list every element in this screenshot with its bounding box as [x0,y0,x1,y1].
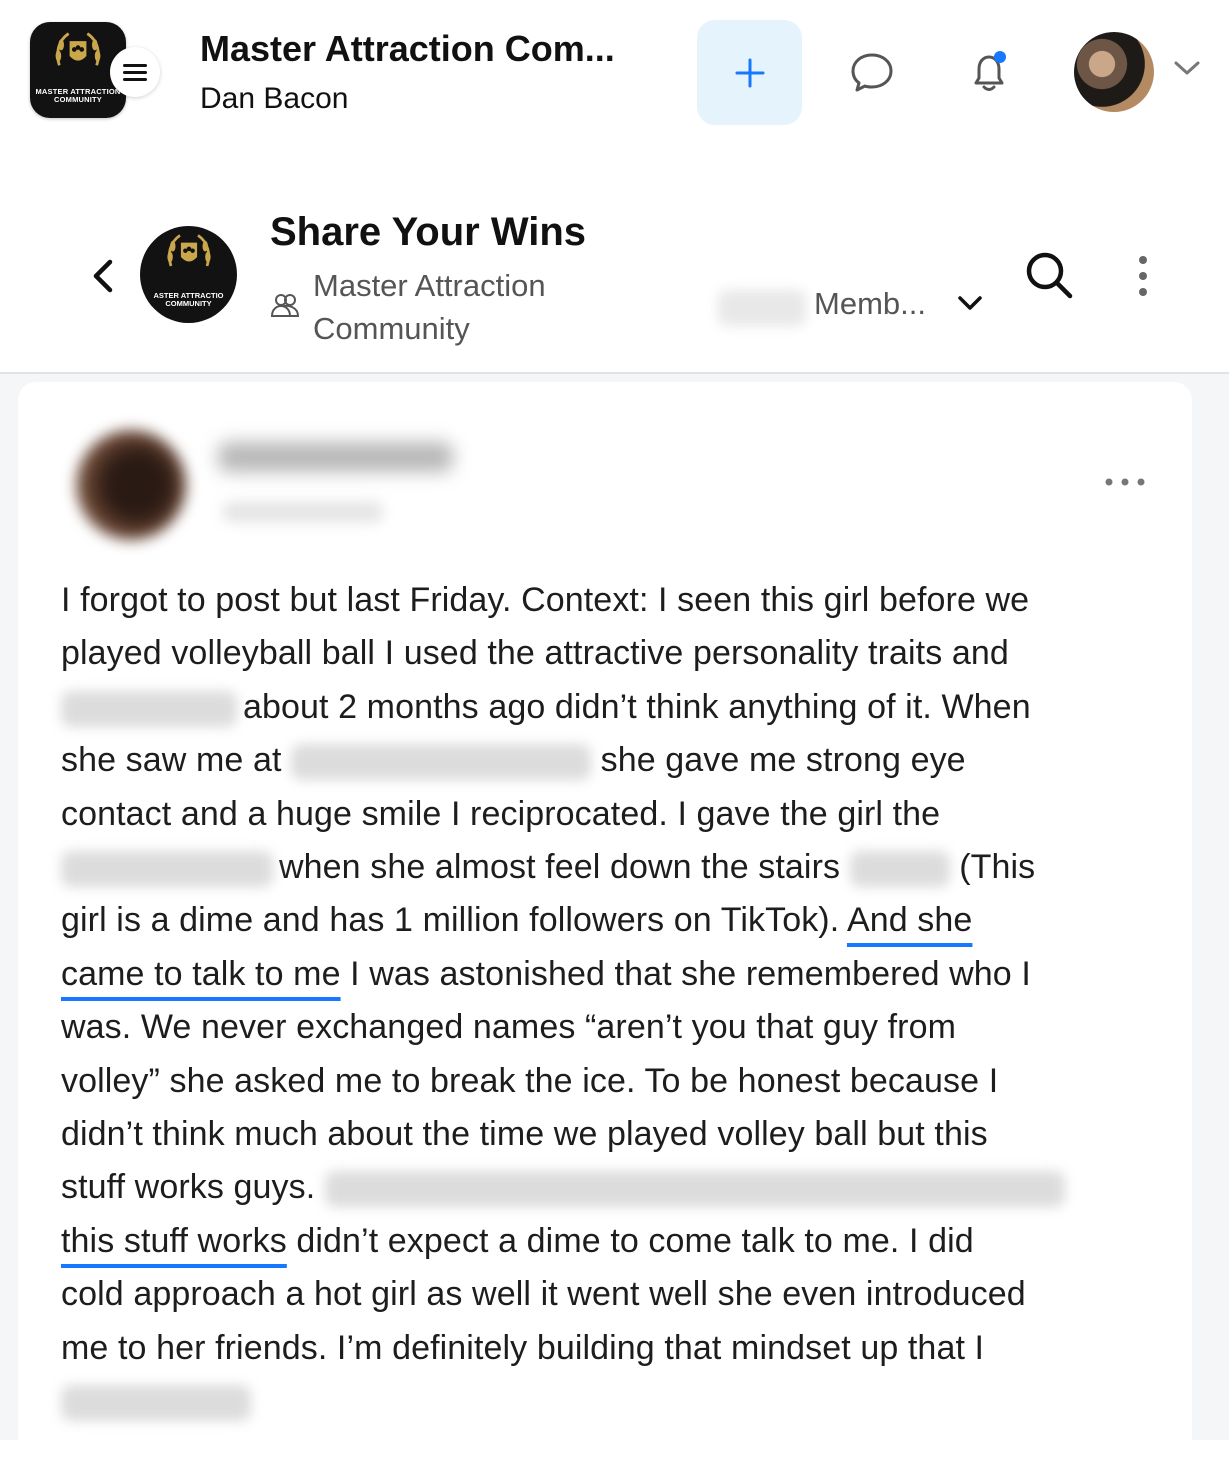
underlined-text: this stuff works [61,1221,287,1260]
menu-button[interactable] [110,47,160,97]
post-text: girl is a dime and has 1 million followe… [61,901,840,940]
post-line: about 2 months ago didn’t think anything… [61,681,1151,734]
post-text: me to her friends. I’m definitely buildi… [61,1328,985,1367]
notifications-button[interactable] [961,44,1017,100]
post-text: cold approach a hot girl as well it went… [61,1275,1026,1314]
post-line: was. We never exchanged names “aren’t yo… [61,1001,1151,1054]
post-text: contact and a huge smile I reciprocated.… [61,794,941,833]
group-header: ASTER ATTRACTIO COMMUNITY Share Your Win… [0,150,1229,374]
more-vertical-icon [1139,256,1147,296]
more-horizontal-icon [1105,478,1145,486]
logo-text: ASTER ATTRACTIO COMMUNITY [153,291,224,308]
post-line: stuff works guys. [61,1161,1151,1214]
members-label[interactable]: Memb... [814,286,926,322]
post-text: she saw me at [61,741,282,780]
search-button[interactable] [1022,248,1076,307]
members-count-redacted [718,290,806,326]
app-title: Master Attraction Com... [200,28,615,69]
post-line: cold approach a hot girl as well it went… [61,1268,1151,1321]
group-logo[interactable]: ASTER ATTRACTIO COMMUNITY [140,226,237,323]
post-line: volley” she asked me to break the ice. T… [61,1055,1151,1108]
post-text: when she almost feel down the stairs [279,848,841,887]
create-button[interactable] [697,20,802,125]
post-line: when she almost feel down the stairs (Th… [61,841,1151,894]
laurel-logo-icon [167,234,211,267]
group-options-button[interactable] [1132,254,1154,305]
app-subtitle: Dan Bacon [200,82,349,115]
chat-icon [851,53,893,92]
top-app-bar: MASTER ATTRACTION COMMUNITY Master Attra… [0,0,1229,150]
community-icon [270,294,300,317]
back-button[interactable] [88,256,118,301]
group-title: Share Your Wins [270,210,587,254]
post-text: stuff works guys. [61,1168,316,1207]
post-text: I was astonished that she remembered who… [350,954,1031,993]
underlined-text: came to talk to me [61,954,341,993]
post-text: played volleyball ball I used the attrac… [61,634,1009,673]
post-text: didn’t expect a dime to come talk to me.… [296,1221,974,1260]
redacted-text [61,690,237,727]
laurel-logo-icon [55,32,101,66]
underlined-text: And she [846,901,973,940]
post-line: came to talk to me I was astonished that… [61,948,1151,1001]
search-icon [1026,252,1073,299]
back-chevron-icon [93,259,113,293]
bell-icon [974,51,1006,91]
post-text: was. We never exchanged names “aren’t yo… [61,1008,956,1047]
post-options-button[interactable] [1103,474,1147,495]
plus-icon [735,58,764,87]
post-line: this stuff works didn’t expect a dime to… [61,1215,1151,1268]
post-text: I forgot to post but last Friday. Contex… [61,581,1030,619]
redacted-text [61,1385,251,1422]
messages-button[interactable] [844,44,900,100]
post-text: (This [959,848,1036,887]
post-time-redacted [223,502,383,522]
post-text: she gave me strong eye [600,741,966,780]
author-avatar[interactable] [76,430,186,540]
redacted-text [61,851,273,888]
community-name-link[interactable]: Master Attraction Community [313,264,613,350]
redacted-text [324,1171,1065,1208]
redacted-text [291,744,592,781]
post-line [61,1375,1151,1428]
post-line: played volleyball ball I used the attrac… [61,627,1151,680]
post-body: I forgot to post but last Friday. Contex… [61,574,1151,1429]
account-menu-button[interactable] [1172,58,1202,83]
post-text: about 2 months ago didn’t think anything… [243,687,1031,726]
post-line: didn’t think much about the time we play… [61,1108,1151,1161]
author-name-redacted [218,442,453,472]
feed: I forgot to post but last Friday. Contex… [0,374,1229,1462]
members-dropdown[interactable] [956,293,984,318]
menu-icon [123,60,147,85]
post-line: she saw me at she gave me strong eye [61,734,1151,787]
post-line: I forgot to post but last Friday. Contex… [61,574,1151,627]
chevron-down-icon [1174,61,1200,75]
post-text: didn’t think much about the time we play… [61,1115,988,1154]
post-line: me to her friends. I’m definitely buildi… [61,1322,1151,1375]
logo-text: MASTER ATTRACTION COMMUNITY [35,87,121,104]
post-text: volley” she asked me to break the ice. T… [61,1061,999,1100]
redacted-text [849,851,950,888]
post-line: contact and a huge smile I reciprocated.… [61,788,1151,841]
post-line: girl is a dime and has 1 million followe… [61,894,1151,947]
user-avatar[interactable] [1074,32,1154,112]
chevron-down-icon [958,296,982,310]
